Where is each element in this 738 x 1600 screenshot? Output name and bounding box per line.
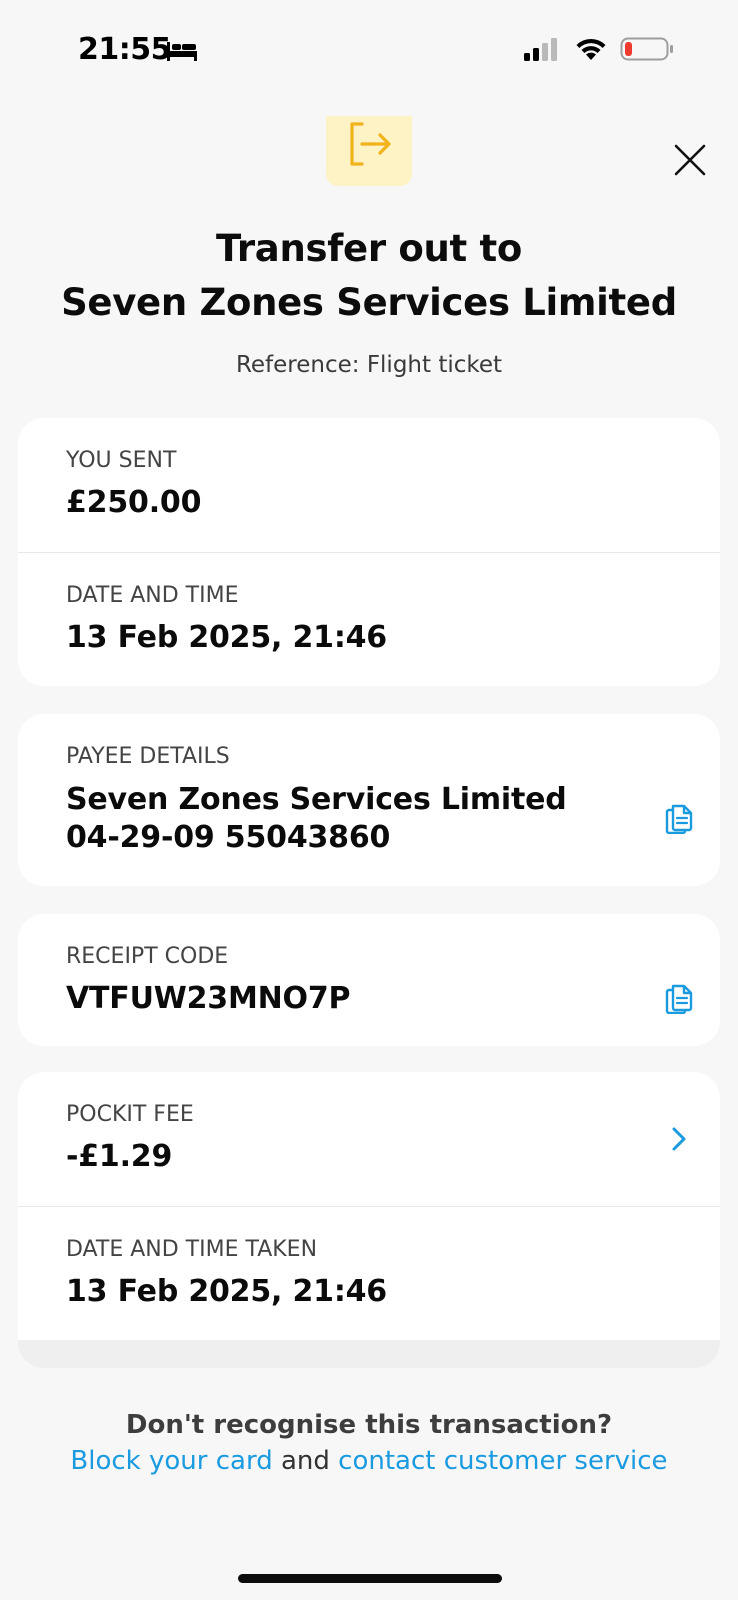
date-time-label: DATE AND TIME <box>66 583 239 608</box>
page-title: Transfer out to Seven Zones Services Lim… <box>0 222 738 330</box>
payee-details-label: PAYEE DETAILS <box>66 744 230 769</box>
payee-card: PAYEE DETAILS Seven Zones Services Limit… <box>18 714 720 886</box>
copy-icon[interactable] <box>664 980 694 1014</box>
receipt-card: RECEIPT CODE VTFUW23MNO7P <box>18 914 720 1046</box>
contact-customer-service-link[interactable]: contact customer service <box>338 1446 667 1476</box>
status-bar: 21:55 <box>0 0 738 100</box>
block-card-link[interactable]: Block your card <box>70 1446 272 1476</box>
unrecognised-question: Don't recognise this transaction? <box>125 1410 613 1440</box>
receipt-code-label: RECEIPT CODE <box>66 944 229 969</box>
home-indicator[interactable] <box>238 1574 502 1583</box>
bed-icon <box>167 42 197 61</box>
pockit-fee-row[interactable]: POCKIT FEE -£1.29 <box>18 1072 720 1206</box>
chevron-right-icon[interactable] <box>670 1126 688 1152</box>
receipt-row: RECEIPT CODE VTFUW23MNO7P <box>18 914 720 1046</box>
date-time-taken-label: DATE AND TIME TAKEN <box>66 1237 318 1262</box>
date-time-taken-value: 13 Feb 2025, 21:46 <box>66 1274 387 1309</box>
pockit-fee-value: -£1.29 <box>66 1139 173 1174</box>
date-time-taken-row: DATE AND TIME TAKEN 13 Feb 2025, 21:46 <box>18 1206 720 1340</box>
and-text: and <box>272 1446 339 1476</box>
wifi-icon <box>576 38 606 60</box>
fee-card: POCKIT FEE -£1.29 DATE AND TIME TAKEN 13… <box>18 1072 720 1368</box>
signal-icon <box>524 38 557 61</box>
status-time: 21:55 <box>78 32 172 67</box>
date-time-value: 13 Feb 2025, 21:46 <box>66 620 387 655</box>
help-links: Block your card and contact customer ser… <box>0 1446 738 1476</box>
battery-low-icon <box>620 37 673 61</box>
payee-name: Seven Zones Services Limited <box>66 782 567 817</box>
pockit-fee-label: POCKIT FEE <box>66 1102 194 1127</box>
payee-account: 04-29-09 55043860 <box>66 820 391 855</box>
receipt-code-value: VTFUW23MNO7P <box>66 981 351 1016</box>
payee-row: PAYEE DETAILS Seven Zones Services Limit… <box>18 714 720 886</box>
copy-icon[interactable] <box>664 800 694 834</box>
transfer-out-icon <box>326 116 412 186</box>
you-sent-row: YOU SENT £250.00 <box>18 418 720 552</box>
title-line-1: Transfer out to <box>215 227 522 270</box>
you-sent-label: YOU SENT <box>66 448 177 473</box>
you-sent-value: £250.00 <box>66 485 202 520</box>
date-time-row: DATE AND TIME 13 Feb 2025, 21:46 <box>18 552 720 686</box>
title-line-2: Seven Zones Services Limited <box>61 281 677 324</box>
close-icon[interactable] <box>668 138 712 182</box>
transfer-reference: Reference: Flight ticket <box>235 352 503 378</box>
amount-card: YOU SENT £250.00 DATE AND TIME 13 Feb 20… <box>18 418 720 686</box>
